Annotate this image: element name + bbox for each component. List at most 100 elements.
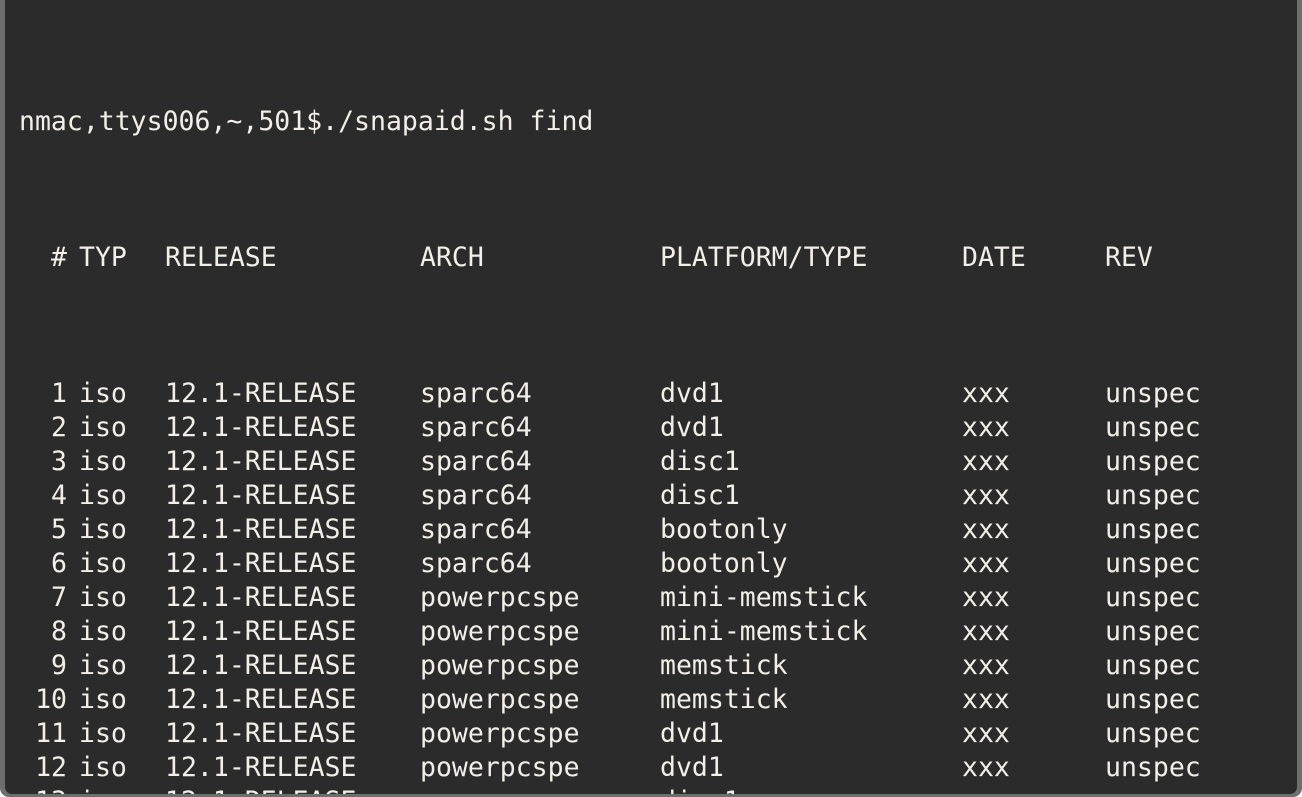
cell-rev: unspec — [1105, 378, 1201, 409]
cell-date: xxx — [962, 684, 1010, 715]
cell-platform: mini-memstick — [660, 582, 868, 613]
cell-arch: powerpcspe — [420, 785, 580, 794]
table-row[interactable]: 5 iso 12.1-RELEASE sparc64 bootonly xxx unspec — [5, 513, 1297, 547]
cell-platform: disc1 — [660, 446, 740, 477]
cell-arch: powerpcspe — [420, 718, 580, 749]
cell-arch: powerpcspe — [420, 582, 580, 613]
cell-release: 12.1-RELEASE — [165, 480, 357, 511]
cell-arch: sparc64 — [420, 548, 532, 579]
table-row[interactable]: 2 iso 12.1-RELEASE sparc64 dvd1 xxx unspec — [5, 411, 1297, 445]
cell-platform: disc1 — [660, 480, 740, 511]
cell-arch: powerpcspe — [420, 650, 580, 681]
cell-date: xxx — [962, 582, 1010, 613]
table-header-row: # TYP RELEASE ARCH PLATFORM/TYPE DATE RE… — [5, 241, 1297, 275]
cell-release: 12.1-RELEASE — [165, 412, 357, 443]
cell-date: xxx — [962, 548, 1010, 579]
cell-rev: unspec — [1105, 548, 1201, 579]
table-rows-container: 1 iso 12.1-RELEASE sparc64 dvd1 xxx unspec 2 iso… — [5, 377, 1297, 794]
terminal-output[interactable]: nmac,ttys006,~,501$./snapaid.sh find # T… — [5, 0, 1297, 794]
column-header-typ: TYP — [79, 242, 127, 273]
cell-date: xxx — [962, 480, 1010, 511]
cell-date: xxx — [962, 378, 1010, 409]
cell-release: 12.1-RELEASE — [165, 514, 357, 545]
cell-typ: iso — [79, 514, 127, 545]
cell-rev: unspec — [1105, 480, 1201, 511]
cell-typ: iso — [79, 548, 127, 579]
column-header-release: RELEASE — [165, 242, 277, 273]
cell-date: xxx — [962, 412, 1010, 443]
cell-date: xxx — [962, 616, 1010, 647]
cell-arch: sparc64 — [420, 412, 532, 443]
table-row[interactable]: 1 iso 12.1-RELEASE sparc64 dvd1 xxx unspec — [5, 377, 1297, 411]
cell-rev: unspec — [1105, 752, 1201, 783]
cell-arch: sparc64 — [420, 446, 532, 477]
cell-num: 9 — [51, 650, 67, 681]
column-header-arch: ARCH — [420, 242, 484, 273]
cell-num: 13 — [19, 785, 67, 794]
cell-platform: disc1 — [660, 785, 740, 794]
column-header-platform: PLATFORM/TYPE — [660, 242, 868, 273]
cell-date: xxx — [962, 650, 1010, 681]
cell-release: 12.1-RELEASE — [165, 548, 357, 579]
cell-release: 12.1-RELEASE — [165, 446, 357, 477]
cell-release: 12.1-RELEASE — [165, 718, 357, 749]
cell-rev: unspec — [1105, 718, 1201, 749]
column-header-num: # — [51, 242, 67, 273]
cell-typ: iso — [79, 412, 127, 443]
table-row[interactable]: 6 iso 12.1-RELEASE sparc64 bootonly xxx unspec — [5, 547, 1297, 581]
cell-typ: iso — [79, 684, 127, 715]
cell-platform: bootonly — [660, 548, 788, 579]
cell-num: 11 — [35, 718, 67, 749]
command-line: nmac,ttys006,~,501$./snapaid.sh find — [19, 106, 594, 137]
cell-num: 12 — [35, 752, 67, 783]
table-row[interactable]: 11 iso 12.1-RELEASE powerpcspe dvd1 xxx unspec — [5, 717, 1297, 751]
cell-typ: iso — [79, 446, 127, 477]
cell-num: 10 — [35, 684, 67, 715]
cell-platform: mini-memstick — [660, 616, 868, 647]
column-header-rev: REV — [1105, 242, 1153, 273]
cell-rev: unspec — [1105, 785, 1201, 794]
cell-num: 4 — [51, 480, 67, 511]
table-row[interactable]: 13 iso 12.1-RELEASE powerpcspe disc1 xxx unspe… — [5, 785, 1297, 794]
table-row[interactable]: 8 iso 12.1-RELEASE powerpcspe mini-memstick x… — [5, 615, 1297, 649]
cell-release: 12.1-RELEASE — [165, 785, 356, 794]
table-row[interactable]: 10 iso 12.1-RELEASE powerpcspe memstick xxx un… — [5, 683, 1297, 717]
cell-platform: dvd1 — [660, 378, 724, 409]
cell-platform: memstick — [660, 650, 788, 681]
table-row[interactable]: 7 iso 12.1-RELEASE powerpcspe mini-memstick x… — [5, 581, 1297, 615]
column-header-date: DATE — [962, 242, 1026, 273]
cell-rev: unspec — [1105, 650, 1201, 681]
cell-release: 12.1-RELEASE — [165, 616, 357, 647]
cell-arch: powerpcspe — [420, 616, 580, 647]
cell-arch: sparc64 — [420, 480, 532, 511]
cell-arch: sparc64 — [420, 514, 532, 545]
cell-release: 12.1-RELEASE — [165, 582, 357, 613]
cell-num: 7 — [51, 582, 67, 613]
cell-num: 1 — [51, 378, 67, 409]
cell-typ: iso — [79, 752, 127, 783]
cell-num: 5 — [51, 514, 67, 545]
cell-typ: iso — [79, 785, 127, 794]
cell-release: 12.1-RELEASE — [165, 684, 357, 715]
table-row[interactable]: 4 iso 12.1-RELEASE sparc64 disc1 xxx unspec — [5, 479, 1297, 513]
table-row[interactable]: 9 iso 12.1-RELEASE powerpcspe memstick xxx uns… — [5, 649, 1297, 683]
cell-platform: dvd1 — [660, 412, 724, 443]
cell-typ: iso — [79, 616, 127, 647]
table-row[interactable]: 3 iso 12.1-RELEASE sparc64 disc1 xxx unspec — [5, 445, 1297, 479]
terminal-screen[interactable]: nmac,ttys006,~,501$./snapaid.sh find # T… — [5, 0, 1297, 794]
table-row[interactable]: 12 iso 12.1-RELEASE powerpcspe dvd1 xxx unspec — [5, 751, 1297, 785]
cell-rev: unspec — [1105, 582, 1201, 613]
cell-rev: unspec — [1105, 412, 1201, 443]
cell-date: xxx — [962, 446, 1010, 477]
cell-date: xxx — [962, 718, 1010, 749]
terminal-window: nmac,ttys006,~,501$./snapaid.sh find # T… — [0, 0, 1302, 797]
cell-date: xxx — [962, 752, 1010, 783]
cell-typ: iso — [79, 650, 127, 681]
cell-typ: iso — [79, 718, 127, 749]
cell-rev: unspec — [1105, 446, 1201, 477]
cell-platform: dvd1 — [660, 718, 724, 749]
cell-date: xxx — [962, 514, 1010, 545]
cell-rev: unspec — [1105, 684, 1201, 715]
cell-release: 12.1-RELEASE — [165, 378, 357, 409]
cell-rev: unspec — [1105, 616, 1201, 647]
